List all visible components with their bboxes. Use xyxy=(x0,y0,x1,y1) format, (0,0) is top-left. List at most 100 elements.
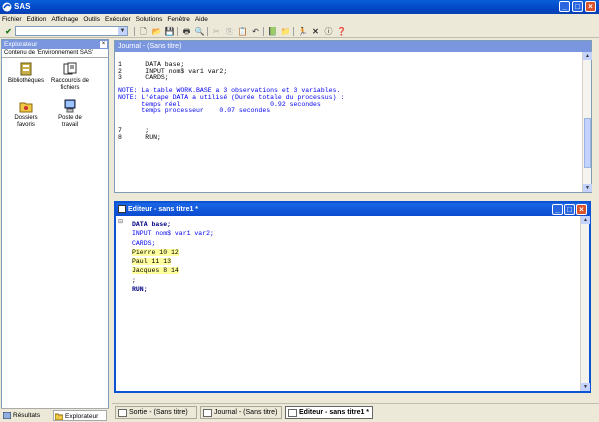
editor-line: ; xyxy=(132,276,136,284)
menu-aide[interactable]: Aide xyxy=(193,15,211,23)
menu-outils[interactable]: Outils xyxy=(81,15,103,23)
menu-executer[interactable]: Exécuter xyxy=(103,15,134,23)
toolbar-divider xyxy=(263,27,264,36)
explorer-title: Explorateur xyxy=(4,41,38,48)
tab-results-label: Résultats xyxy=(13,412,41,419)
scroll-up-icon[interactable]: ▲ xyxy=(583,52,592,60)
editor-window: Editeur - sans titre1 * _ □ × ⊟ DATA bas… xyxy=(114,201,591,393)
scroll-up-icon[interactable]: ▲ xyxy=(581,216,590,224)
journal-line: 3 CARDS; xyxy=(118,74,169,82)
menu-fenetre[interactable]: Fenêtre xyxy=(165,15,192,23)
journal-line xyxy=(118,115,578,122)
journal-title: Journal - (Sans titre) xyxy=(118,43,182,50)
toolbar-divider xyxy=(293,27,294,36)
undo-icon[interactable]: ↶ xyxy=(250,26,261,37)
editor-text-area[interactable]: DATA base; INPUT nom$ var1 var2; CARDS; Pie… xyxy=(132,220,572,294)
task-label: Journal - (Sans titre) xyxy=(214,409,278,416)
toolbar-divider xyxy=(177,27,178,36)
explorer-item-label: Raccourcis de fichiers xyxy=(50,78,89,91)
cut-icon[interactable]: ✂ xyxy=(211,26,222,37)
journal-icon xyxy=(203,409,212,417)
new-library-icon[interactable]: 📗 xyxy=(267,26,278,37)
menu-edition[interactable]: Edition xyxy=(25,15,50,23)
print-icon[interactable]: 🖶 xyxy=(181,26,192,37)
window-taskbar: Sortie - (Sans titre) Journal - (Sans ti… xyxy=(112,403,599,421)
new-icon[interactable]: 🗋 xyxy=(138,26,149,37)
tab-explorer-label: Explorateur xyxy=(65,413,99,420)
task-label: Editeur - sans titre1 * xyxy=(299,409,370,416)
menu-affichage[interactable]: Affichage xyxy=(49,15,81,23)
journal-scrollbar[interactable]: ▲ ▼ xyxy=(582,52,592,192)
app-title: SAS xyxy=(14,2,31,11)
explorer-item-computer[interactable]: Poste de travail xyxy=(50,99,90,129)
task-output[interactable]: Sortie - (Sans titre) xyxy=(115,406,197,419)
toolbar-divider xyxy=(207,27,208,36)
editor-scrollbar[interactable]: ▲ ▼ xyxy=(580,216,590,391)
editor-title: Editeur - sans titre1 * xyxy=(128,206,199,213)
paste-icon[interactable]: 📋 xyxy=(237,26,248,37)
explorer-item-label: Bibliothèques xyxy=(7,78,45,84)
explorer-close-icon[interactable]: × xyxy=(100,41,107,48)
editor-icon xyxy=(288,409,297,417)
output-icon xyxy=(118,409,127,417)
journal-log[interactable]: 1 DATA base; 2 INPUT nom$ var1 var2; 3 CAR… xyxy=(118,61,578,141)
copy-icon[interactable]: ⎘ xyxy=(224,26,235,37)
journal-window: Journal - (Sans titre) 1 DATA base; 2 INP… xyxy=(114,40,592,193)
menu-solutions[interactable]: Solutions xyxy=(134,15,166,23)
close-button[interactable]: × xyxy=(585,1,596,12)
libraries-icon xyxy=(20,62,32,76)
help-book-icon[interactable]: ❓ xyxy=(336,26,347,37)
editor-line: INPUT nom$ var1 var2; xyxy=(132,230,214,238)
help-info-icon[interactable]: ⓘ xyxy=(323,26,334,37)
chevron-down-icon[interactable]: ▼ xyxy=(118,27,127,35)
editor-line: Pierre 10 12 xyxy=(132,248,179,256)
scroll-down-icon[interactable]: ▼ xyxy=(581,383,590,391)
editor-line: CARDS; xyxy=(132,239,156,247)
explorer-item-favorite-folders[interactable]: Dossiers favoris xyxy=(6,99,46,129)
explorer-header: Explorateur × xyxy=(2,40,108,49)
command-box[interactable]: ▼ xyxy=(15,26,128,36)
toolbar: ✔ ▼ 🗋 📂 💾 🖶 🔍 ✂ ⎘ 📋 ↶ 📗 📁 🏃 ✕ ⓘ ❓ xyxy=(0,25,599,38)
editor-header: Editeur - sans titre1 * _ □ × xyxy=(116,203,589,216)
editor-minimize-button[interactable]: _ xyxy=(552,204,563,215)
cancel-icon[interactable]: ✕ xyxy=(310,26,321,37)
editor-close-button[interactable]: × xyxy=(576,204,587,215)
menu-bar: Fichier Edition Affichage Outils Exécuter Sol… xyxy=(0,14,599,25)
editor-maximize-button[interactable]: □ xyxy=(564,204,575,215)
explorer-icon[interactable]: 📁 xyxy=(280,26,291,37)
explorer-tab-icon xyxy=(55,413,63,420)
editor-line: RUN; xyxy=(132,286,148,294)
explorer-item-file-shortcuts[interactable]: Raccourcis de fichiers xyxy=(50,62,90,92)
task-label: Sortie - (Sans titre) xyxy=(129,409,188,416)
maximize-button[interactable]: □ xyxy=(572,1,583,12)
explorer-item-label: Poste de travail xyxy=(58,115,82,128)
task-journal[interactable]: Journal - (Sans titre) xyxy=(200,406,282,419)
print-preview-icon[interactable]: 🔍 xyxy=(194,26,205,37)
collapse-marker[interactable]: ⊟ xyxy=(118,218,123,226)
journal-line: 8 RUN; xyxy=(118,133,161,141)
toolbar-divider xyxy=(134,27,135,36)
computer-icon xyxy=(64,99,76,113)
checkmark-icon[interactable]: ✔ xyxy=(3,26,14,37)
explorer-panel: Explorateur × Contenu de 'Environnement … xyxy=(1,39,109,421)
menu-fichier[interactable]: Fichier xyxy=(0,15,25,23)
explorer-item-libraries[interactable]: Bibliothèques xyxy=(6,62,46,85)
editor-doc-icon xyxy=(118,205,126,213)
explorer-subtitle: Contenu de 'Environnement SAS' xyxy=(2,49,108,58)
submit-run-icon[interactable]: 🏃 xyxy=(297,26,308,37)
results-icon xyxy=(3,412,11,419)
save-icon[interactable]: 💾 xyxy=(164,26,175,37)
scroll-down-icon[interactable]: ▼ xyxy=(583,184,592,192)
tab-results[interactable]: Résultats xyxy=(2,410,50,421)
sas-app-icon xyxy=(2,2,12,12)
journal-line: 7 ; xyxy=(118,126,150,134)
open-icon[interactable]: 📂 xyxy=(151,26,162,37)
journal-header: Journal - (Sans titre) xyxy=(115,41,591,52)
scroll-thumb[interactable] xyxy=(584,118,591,168)
minimize-button[interactable]: _ xyxy=(559,1,570,12)
explorer-tabs: Résultats Explorateur xyxy=(1,408,109,421)
journal-line: 2 INPUT nom$ var1 var2; xyxy=(118,67,228,75)
task-editor[interactable]: Editeur - sans titre1 * xyxy=(285,406,373,419)
tab-explorer[interactable]: Explorateur xyxy=(53,410,107,421)
title-bar: SAS _ □ × xyxy=(0,0,599,14)
